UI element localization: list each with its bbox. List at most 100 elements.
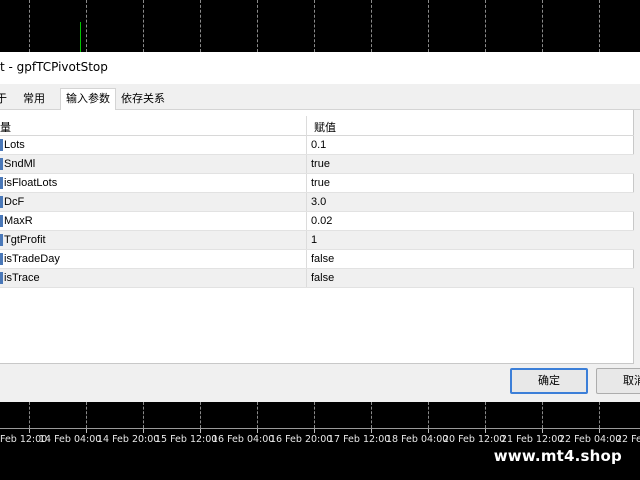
tab-common[interactable]: 常用	[23, 90, 45, 110]
ea-properties-dialog: t - gpfTCPivotStop 于 常用 输入参数 依存关系 量 赋值 L…	[0, 52, 640, 402]
grid-line	[599, 0, 600, 52]
grid-line	[599, 402, 600, 428]
column-header-value[interactable]: 赋值	[314, 119, 336, 135]
cancel-button[interactable]: 取消	[596, 368, 640, 394]
screen: t - gpfTCPivotStop 于 常用 输入参数 依存关系 量 赋值 L…	[0, 0, 640, 480]
grid-line	[371, 0, 372, 52]
grid-line	[257, 402, 258, 428]
param-row[interactable]: MaxR 0.02	[0, 212, 634, 231]
chart-area-bottom	[0, 402, 640, 428]
grid-line	[428, 402, 429, 428]
column-divider	[306, 174, 307, 192]
grid-header: 量 赋值	[0, 114, 634, 136]
chart-area-top	[0, 0, 640, 52]
axis-tick	[200, 429, 201, 433]
tab-inputs[interactable]: 输入参数	[60, 88, 116, 111]
param-name: MaxR	[4, 215, 33, 227]
param-row[interactable]: Lots 0.1	[0, 136, 634, 155]
axis-tick	[86, 429, 87, 433]
axis-tick	[257, 429, 258, 433]
param-row[interactable]: isTradeDay false	[0, 250, 634, 269]
time-axis-label: 14 Feb 04:00	[39, 434, 102, 445]
axis-tick	[371, 429, 372, 433]
axis-tick	[29, 429, 30, 433]
parameter-icon	[0, 234, 3, 246]
column-divider[interactable]	[306, 116, 307, 136]
grid-line	[371, 402, 372, 428]
grid-line	[86, 402, 87, 428]
column-divider	[306, 250, 307, 268]
time-axis-label: 16 Feb 04:00	[212, 434, 275, 445]
param-value[interactable]: true	[311, 177, 330, 189]
time-axis-label: 22 Feb 04:00	[559, 434, 622, 445]
param-row[interactable]: SndMl true	[0, 155, 634, 174]
tab-dependencies[interactable]: 依存关系	[121, 90, 165, 110]
time-axis-label: 20 Feb 12:00	[443, 434, 506, 445]
param-name: Lots	[4, 139, 25, 151]
param-name: DcF	[4, 196, 25, 208]
parameter-icon	[0, 253, 3, 265]
parameter-icon	[0, 215, 3, 227]
time-axis-label: 21 Feb 12:00	[501, 434, 564, 445]
param-row[interactable]: isFloatLots true	[0, 174, 634, 193]
time-axis-label: 16 Feb 20:00	[270, 434, 333, 445]
param-value[interactable]: false	[311, 253, 334, 265]
grid-line	[200, 402, 201, 428]
param-name: isFloatLots	[4, 177, 58, 189]
grid-line	[257, 0, 258, 52]
param-value[interactable]: 0.02	[311, 215, 332, 227]
param-value[interactable]: 1	[311, 234, 317, 246]
time-axis: Feb 12:00 14 Feb 04:00 14 Feb 20:00 15 F…	[0, 428, 640, 448]
parameter-icon	[0, 158, 3, 170]
grid-line	[143, 0, 144, 52]
time-axis-label: 17 Feb 12:00	[328, 434, 391, 445]
axis-tick	[485, 429, 486, 433]
grid-line	[485, 402, 486, 428]
grid-line	[542, 402, 543, 428]
column-divider	[306, 155, 307, 173]
tab-bar: 于 常用 输入参数 依存关系	[0, 86, 640, 111]
param-row[interactable]: DcF 3.0	[0, 193, 634, 212]
parameter-icon	[0, 177, 3, 189]
axis-tick	[428, 429, 429, 433]
param-value[interactable]: 3.0	[311, 196, 326, 208]
parameter-icon	[0, 196, 3, 208]
time-axis-label: 18 Feb 04:00	[386, 434, 449, 445]
param-row[interactable]: TgtProfit 1	[0, 231, 634, 250]
param-name: isTrace	[4, 272, 40, 284]
grid-line	[314, 402, 315, 428]
grid-line	[143, 402, 144, 428]
price-candle	[80, 22, 81, 52]
parameter-icon	[0, 139, 3, 151]
grid-line	[86, 0, 87, 52]
column-divider	[306, 212, 307, 230]
column-divider	[306, 193, 307, 211]
param-value[interactable]: true	[311, 158, 330, 170]
parameter-icon	[0, 272, 3, 284]
dialog-titlebar[interactable]: t - gpfTCPivotStop	[0, 52, 640, 84]
grid-line	[29, 402, 30, 428]
time-axis-label: 14 Feb 20:00	[97, 434, 160, 445]
dialog-title: t - gpfTCPivotStop	[0, 60, 108, 74]
time-axis-label: 15 Feb 12:00	[155, 434, 218, 445]
param-value[interactable]: 0.1	[311, 139, 326, 151]
tab-about[interactable]: 于	[0, 90, 7, 110]
time-axis-label: 22 Fe	[616, 434, 640, 445]
param-name: isTradeDay	[4, 253, 60, 265]
grid-line	[200, 0, 201, 52]
column-divider	[306, 231, 307, 249]
grid-line	[314, 0, 315, 52]
column-header-variable[interactable]: 量	[0, 119, 11, 135]
ok-button[interactable]: 确定	[510, 368, 588, 394]
axis-tick	[599, 429, 600, 433]
inputs-panel: 量 赋值 Lots 0.1 SndMl true isFloatLots tru…	[0, 110, 634, 364]
watermark-text: www.mt4.shop	[493, 447, 622, 465]
axis-tick	[143, 429, 144, 433]
grid-line	[542, 0, 543, 52]
param-row[interactable]: isTrace false	[0, 269, 634, 288]
param-value[interactable]: false	[311, 272, 334, 284]
axis-tick	[314, 429, 315, 433]
grid-line	[428, 0, 429, 52]
column-divider	[306, 269, 307, 287]
axis-tick	[542, 429, 543, 433]
